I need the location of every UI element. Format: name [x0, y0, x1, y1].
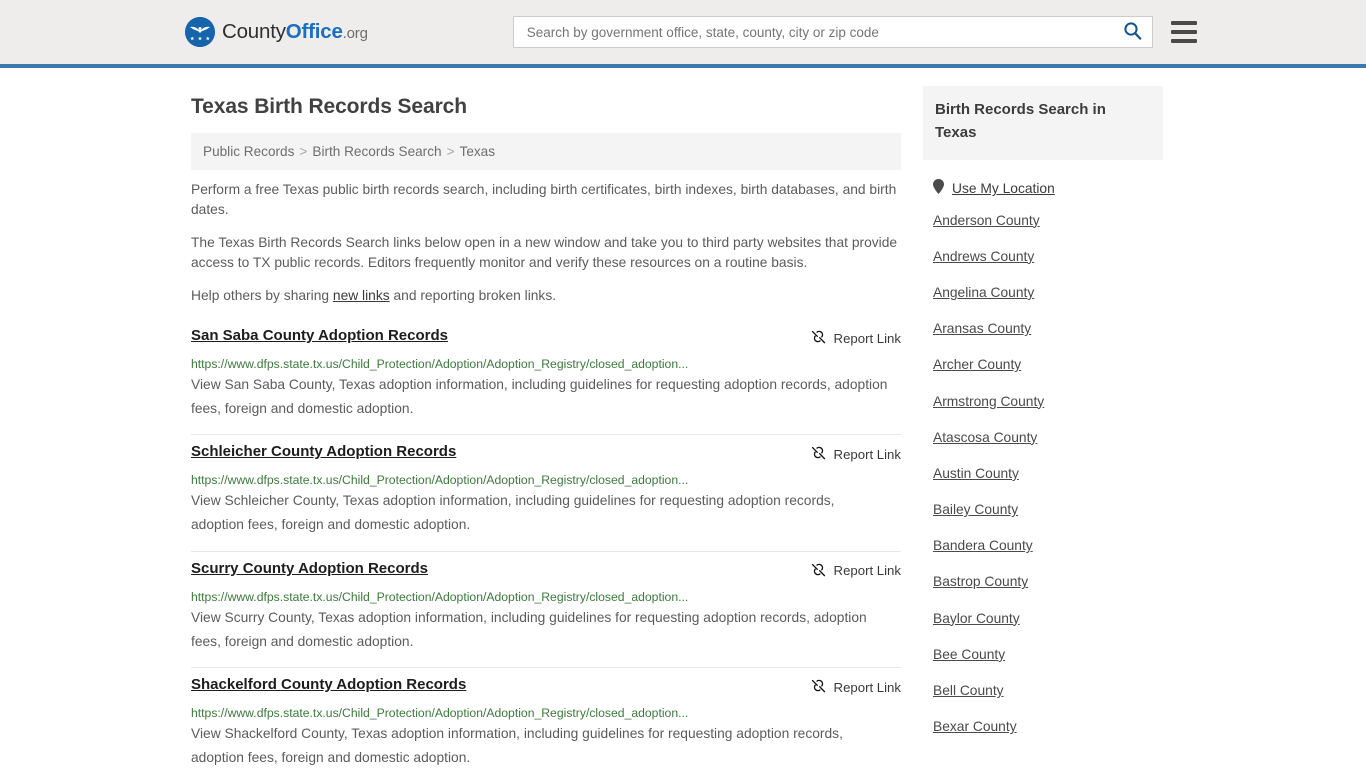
result-item: Schleicher County Adoption Records Repor…: [191, 435, 901, 552]
report-link-button[interactable]: Report Link: [810, 676, 901, 697]
intro-paragraph-2: The Texas Birth Records Search links bel…: [191, 235, 898, 270]
search-icon: [1123, 21, 1142, 43]
header-search-area: [512, 16, 1197, 48]
brand-text-office: Office: [285, 19, 343, 43]
result-description: View Schleicher County, Texas adoption i…: [191, 493, 835, 533]
broken-link-icon: [810, 444, 827, 464]
sidebar: Birth Records Search in Texas Use My Loc…: [913, 86, 1163, 768]
result-header: Scurry County Adoption Records Report Li…: [191, 560, 901, 581]
county-link[interactable]: Anderson County: [933, 213, 1163, 228]
broken-link-icon: [810, 328, 827, 348]
help-others-line: Help others by sharing new links and rep…: [191, 286, 901, 306]
county-link[interactable]: Bexar County: [933, 719, 1163, 734]
county-link[interactable]: Bailey County: [933, 502, 1163, 517]
use-my-location-label: Use My Location: [952, 181, 1055, 197]
hamburger-bar: [1170, 21, 1197, 25]
report-link-label: Report Link: [833, 679, 901, 695]
page-title: Texas Birth Records Search: [191, 95, 467, 118]
breadcrumb: Public Records > Birth Records Search > Texa…: [191, 133, 901, 170]
result-url[interactable]: https://www.dfps.state.tx.us/Child_Prote…: [191, 590, 891, 604]
map-pin-icon: [933, 178, 944, 199]
help-line-before: Help others by sharing: [191, 288, 333, 303]
county-link[interactable]: Aransas County: [933, 321, 1163, 336]
report-link-button[interactable]: Report Link: [810, 443, 901, 464]
new-links-link[interactable]: new links: [333, 288, 390, 303]
search-input[interactable]: [524, 17, 1121, 47]
hamburger-menu-icon[interactable]: [1170, 21, 1197, 43]
result-title-link[interactable]: Scurry County Adoption Records: [191, 560, 428, 578]
result-url[interactable]: https://www.dfps.state.tx.us/Child_Prote…: [191, 473, 891, 487]
county-link[interactable]: Bandera County: [933, 538, 1163, 553]
breadcrumb-item-texas[interactable]: Texas: [460, 144, 496, 159]
intro-text: Perform a free Texas public birth record…: [191, 180, 901, 306]
eagle-shield-logo-icon: [185, 17, 215, 47]
site-header: CountyOffice.org: [0, 0, 1366, 68]
result-url[interactable]: https://www.dfps.state.tx.us/Child_Prote…: [191, 357, 891, 371]
result-url[interactable]: https://www.dfps.state.tx.us/Child_Prote…: [191, 706, 891, 720]
county-link[interactable]: Atascosa County: [933, 430, 1163, 445]
result-header: Shackelford County Adoption Records Repo…: [191, 676, 901, 697]
county-link[interactable]: Armstrong County: [933, 394, 1163, 409]
county-link[interactable]: Bell County: [933, 683, 1163, 698]
county-link[interactable]: Bee County: [933, 647, 1163, 662]
brand-wordmark: CountyOffice.org: [222, 19, 368, 43]
result-description: View Shackelford County, Texas adoption …: [191, 726, 843, 766]
header-inner: CountyOffice.org: [183, 0, 1197, 64]
report-link-button[interactable]: Report Link: [810, 560, 901, 581]
search-button[interactable]: [1121, 21, 1144, 43]
breadcrumb-separator: >: [299, 144, 308, 159]
result-item: Scurry County Adoption Records Report Li…: [191, 552, 901, 669]
result-title-link[interactable]: San Saba County Adoption Records: [191, 327, 448, 345]
result-title-link[interactable]: Shackelford County Adoption Records: [191, 676, 466, 694]
report-link-button[interactable]: Report Link: [810, 327, 901, 348]
page-body: Texas Birth Records Search Public Record…: [183, 68, 1183, 768]
use-my-location-button[interactable]: Use My Location: [933, 178, 1163, 199]
results-list: San Saba County Adoption Records Report …: [191, 319, 901, 768]
result-item: Shackelford County Adoption Records Repo…: [191, 668, 901, 768]
breadcrumb-item-birth-records-search[interactable]: Birth Records Search: [312, 144, 441, 159]
county-links-list: Anderson County Andrews County Angelina …: [933, 213, 1163, 735]
county-link[interactable]: Austin County: [933, 466, 1163, 481]
result-description: View Scurry County, Texas adoption infor…: [191, 609, 867, 649]
breadcrumb-item-public-records[interactable]: Public Records: [203, 144, 294, 159]
report-link-label: Report Link: [833, 330, 901, 346]
hamburger-bar: [1170, 30, 1197, 34]
county-link[interactable]: Angelina County: [933, 285, 1163, 300]
county-link[interactable]: Baylor County: [933, 611, 1163, 626]
result-item: San Saba County Adoption Records Report …: [191, 319, 901, 436]
result-header: Schleicher County Adoption Records Repor…: [191, 443, 901, 464]
site-logo-link[interactable]: CountyOffice.org: [185, 17, 368, 47]
search-box[interactable]: [512, 16, 1153, 48]
intro-paragraph-1: Perform a free Texas public birth record…: [191, 182, 897, 217]
main-column: Texas Birth Records Search Public Record…: [183, 86, 913, 768]
result-description: View San Saba County, Texas adoption inf…: [191, 377, 888, 416]
brand-text-county: County: [222, 19, 286, 43]
report-link-label: Report Link: [833, 446, 901, 462]
broken-link-icon: [810, 677, 827, 697]
result-title-link[interactable]: Schleicher County Adoption Records: [191, 443, 456, 461]
county-link[interactable]: Archer County: [933, 357, 1163, 372]
help-line-after: and reporting broken links.: [389, 288, 557, 303]
sidebar-heading: Birth Records Search in Texas: [923, 86, 1163, 160]
report-link-label: Report Link: [833, 563, 901, 579]
county-link[interactable]: Andrews County: [933, 249, 1163, 264]
breadcrumb-separator: >: [446, 144, 455, 159]
result-header: San Saba County Adoption Records Report …: [191, 327, 901, 348]
hamburger-bar: [1170, 39, 1197, 43]
brand-text-org: .org: [342, 24, 368, 42]
broken-link-icon: [810, 561, 827, 581]
county-link[interactable]: Bastrop County: [933, 574, 1163, 589]
